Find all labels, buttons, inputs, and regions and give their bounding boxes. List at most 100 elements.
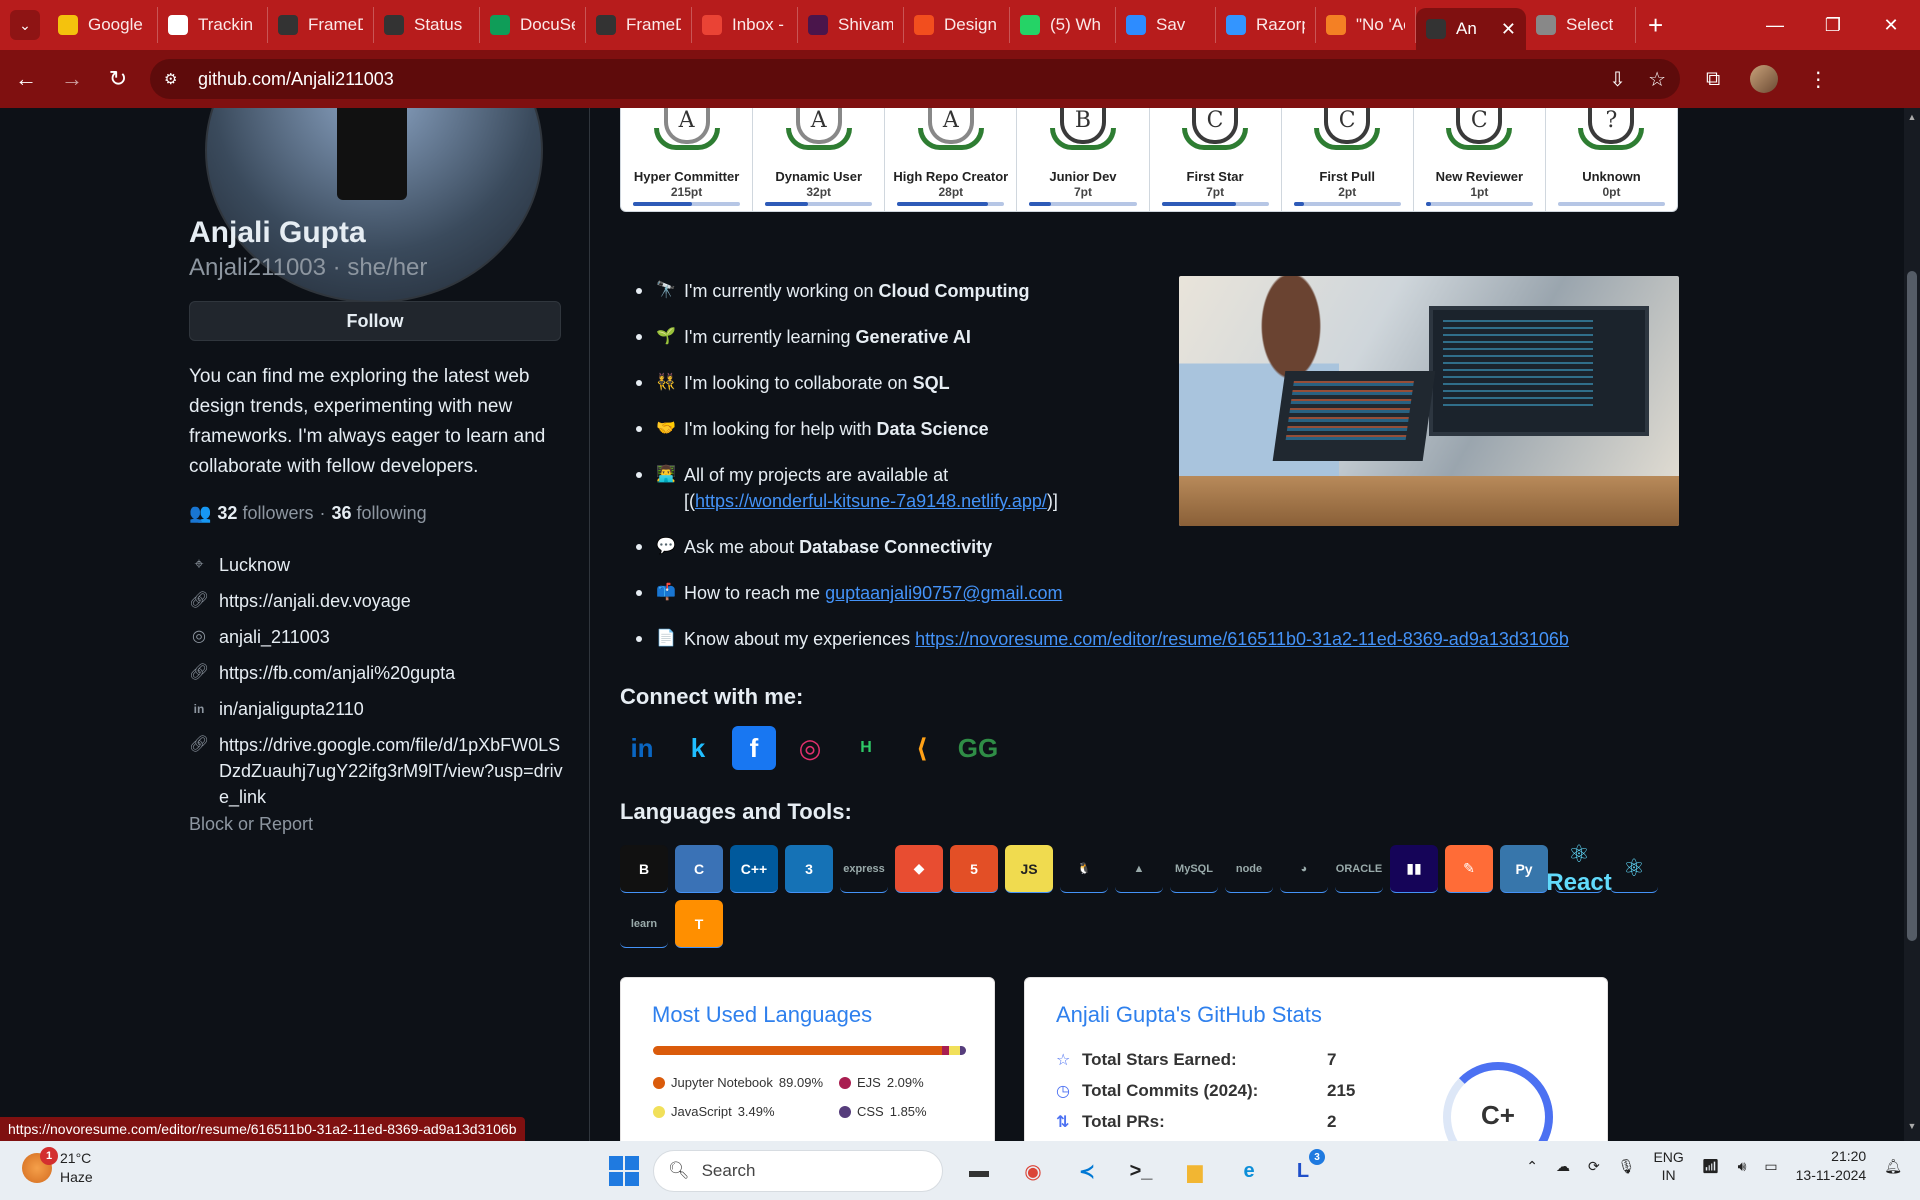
profile-detail-text[interactable]: anjali_211003 (219, 624, 330, 650)
profile-detail-row[interactable]: 🔗︎ https://anjali.dev.voyage (189, 588, 569, 614)
chrome-icon[interactable]: ◉ (1011, 1149, 1055, 1193)
scroll-down-arrow-icon[interactable]: ▼ (1904, 1121, 1920, 1137)
browser-tab[interactable]: "No 'Ac (1316, 7, 1416, 43)
browser-tab[interactable]: An ✕ (1416, 8, 1526, 50)
profile-detail-row[interactable]: ◎ anjali_211003 (189, 624, 569, 650)
volume-icon[interactable]: 🔊︎ (1738, 1158, 1747, 1175)
browser-tab[interactable]: Sav (1116, 7, 1216, 43)
profile-detail-text[interactable]: https://fb.com/anjali%20gupta (219, 660, 455, 686)
opencv-icon[interactable]: ◕ (1280, 845, 1328, 893)
postman-icon[interactable]: ✎ (1445, 845, 1493, 893)
taskbar-search-box[interactable]: 🔍︎ Search (653, 1150, 943, 1192)
tab-search-chevron-icon[interactable]: ⌄ (10, 10, 40, 40)
scikit-learn-icon[interactable]: learn (620, 900, 668, 948)
linkedin-icon[interactable]: in (620, 726, 664, 770)
browser-tab[interactable]: FrameD (268, 7, 374, 43)
folder-icon[interactable]: ▆ (1173, 1149, 1217, 1193)
mysql-icon[interactable]: MySQL (1170, 845, 1218, 893)
back-arrow-icon[interactable]: ← (6, 59, 46, 99)
reload-icon[interactable]: ↻ (98, 59, 138, 99)
react-native-icon[interactable]: ⚛ (1610, 845, 1658, 893)
leetcode-icon[interactable]: ⟨ (900, 726, 944, 770)
bullet-link[interactable]: guptaanjali90757@gmail.com (825, 583, 1062, 603)
git-icon[interactable]: ◆ (895, 845, 943, 893)
follow-button[interactable]: Follow (189, 301, 561, 341)
html5-icon[interactable]: 5 (950, 845, 998, 893)
css3-icon[interactable]: 3 (785, 845, 833, 893)
scrollbar-thumb[interactable] (1907, 271, 1917, 941)
browser-tab[interactable]: Google (48, 7, 158, 43)
followers-link[interactable]: 32 followers (217, 503, 313, 524)
following-link[interactable]: 36 following (332, 503, 427, 524)
browser-tab[interactable]: Select (1526, 7, 1636, 43)
browser-tab[interactable]: FrameD (586, 7, 692, 43)
oracle-icon[interactable]: ORACLE (1335, 845, 1383, 893)
cloud-offline-icon[interactable]: ☁ (1556, 1158, 1570, 1175)
forward-arrow-icon[interactable]: → (52, 59, 92, 99)
hackerrank-icon[interactable]: H (844, 726, 888, 770)
restore-icon[interactable]: ❐ (1804, 0, 1862, 50)
cplusplus-icon[interactable]: C++ (730, 845, 778, 893)
browser-tab[interactable]: DocuSe (480, 7, 586, 43)
kaggle-icon[interactable]: k (676, 726, 720, 770)
nodejs-icon[interactable]: node (1225, 845, 1273, 893)
new-tab-plus-icon[interactable]: + (1648, 10, 1663, 41)
instagram-icon[interactable]: ◎ (788, 726, 832, 770)
python-icon[interactable]: Py (1500, 845, 1548, 893)
browser-tab[interactable]: Shivam (798, 7, 904, 43)
pandas-icon[interactable]: ▮▮ (1390, 845, 1438, 893)
profile-detail-text[interactable]: in/anjaligupta2110 (219, 696, 364, 722)
tensorflow-icon[interactable]: T (675, 900, 723, 948)
install-app-icon[interactable]: ⇩ (1609, 67, 1626, 92)
input-language[interactable]: ENG IN (1653, 1148, 1683, 1184)
linux-icon[interactable]: 🐧 (1060, 845, 1108, 893)
block-or-report-link[interactable]: Block or Report (189, 814, 313, 835)
bullet-link[interactable]: https://wonderful-kitsune-7a9148.netlify… (695, 491, 1047, 511)
close-tab-icon[interactable]: ✕ (1501, 19, 1516, 40)
profile-detail-row[interactable]: 🔗︎ https://drive.google.com/file/d/1pXbFW… (189, 732, 569, 810)
express-icon[interactable]: express (840, 845, 888, 893)
lightshot-icon[interactable]: L3 (1281, 1149, 1325, 1193)
c-icon[interactable]: C (675, 845, 723, 893)
page-scrollbar[interactable]: ▲ ▼ (1904, 108, 1920, 1141)
bullet-link[interactable]: https://novoresume.com/editor/resume/616… (915, 629, 1569, 649)
facebook-icon[interactable]: f (732, 726, 776, 770)
address-bar[interactable]: ⚙ github.com/Anjali211003 ⇩ ☆ (150, 59, 1680, 99)
terminal-icon[interactable]: >_ (1119, 1149, 1163, 1193)
javascript-icon[interactable]: JS (1005, 845, 1053, 893)
weather-widget[interactable]: 1 21°C Haze (22, 1147, 93, 1187)
react-icon[interactable]: ⚛ React (1546, 841, 1611, 896)
browser-tab[interactable]: Status (374, 7, 480, 43)
profile-detail-text[interactable]: https://anjali.dev.voyage (219, 588, 411, 614)
sync-icon[interactable]: ⟳ (1588, 1158, 1600, 1175)
bootstrap-icon[interactable]: B (620, 845, 668, 893)
profile-detail-row[interactable]: 🔗︎ https://fb.com/anjali%20gupta (189, 660, 569, 686)
scroll-up-arrow-icon[interactable]: ▲ (1904, 112, 1920, 128)
browser-tab[interactable]: Inbox - (692, 7, 798, 43)
battery-icon[interactable]: ▭ (1764, 1158, 1777, 1175)
bookmark-star-icon[interactable]: ☆ (1648, 67, 1666, 92)
browser-tab[interactable]: Trackin (158, 7, 268, 43)
minimize-icon[interactable]: — (1746, 0, 1804, 50)
vscode-icon[interactable]: ≺ (1065, 1149, 1109, 1193)
browser-tab[interactable]: Razorp (1216, 7, 1316, 43)
profile-avatar[interactable] (1750, 65, 1779, 93)
close-window-icon[interactable]: ✕ (1862, 0, 1920, 50)
edge-icon[interactable]: e (1227, 1149, 1271, 1193)
clock[interactable]: 21:20 13-11-2024 (1796, 1147, 1867, 1185)
browser-tab[interactable]: (5) Wh (1010, 7, 1116, 43)
chrome-menu-icon[interactable]: ⋮ (1808, 67, 1828, 92)
windows-start-icon[interactable] (609, 1156, 639, 1186)
notifications-bell-icon[interactable]: 🔔︎ (1884, 1158, 1902, 1175)
show-hidden-icons-chevron-icon[interactable]: ⌃ (1526, 1158, 1538, 1175)
site-settings-icon[interactable]: ⚙ (164, 70, 184, 88)
mongodb-icon[interactable]: ▲ (1115, 845, 1163, 893)
microphone-icon[interactable]: 🎙︎ (1618, 1158, 1636, 1175)
profile-detail-text[interactable]: https://drive.google.com/file/d/1pXbFW0L… (219, 732, 569, 810)
profile-detail-row[interactable]: in in/anjaligupta2110 (189, 696, 569, 722)
geeksforgeeks-icon[interactable]: GG (956, 726, 1000, 770)
file-explorer-dark-icon[interactable]: ▬ (957, 1149, 1001, 1193)
extensions-puzzle-icon[interactable]: ⧉ (1706, 68, 1720, 91)
wifi-icon[interactable]: 📶︎ (1702, 1158, 1720, 1175)
browser-tab[interactable]: Design (904, 7, 1010, 43)
